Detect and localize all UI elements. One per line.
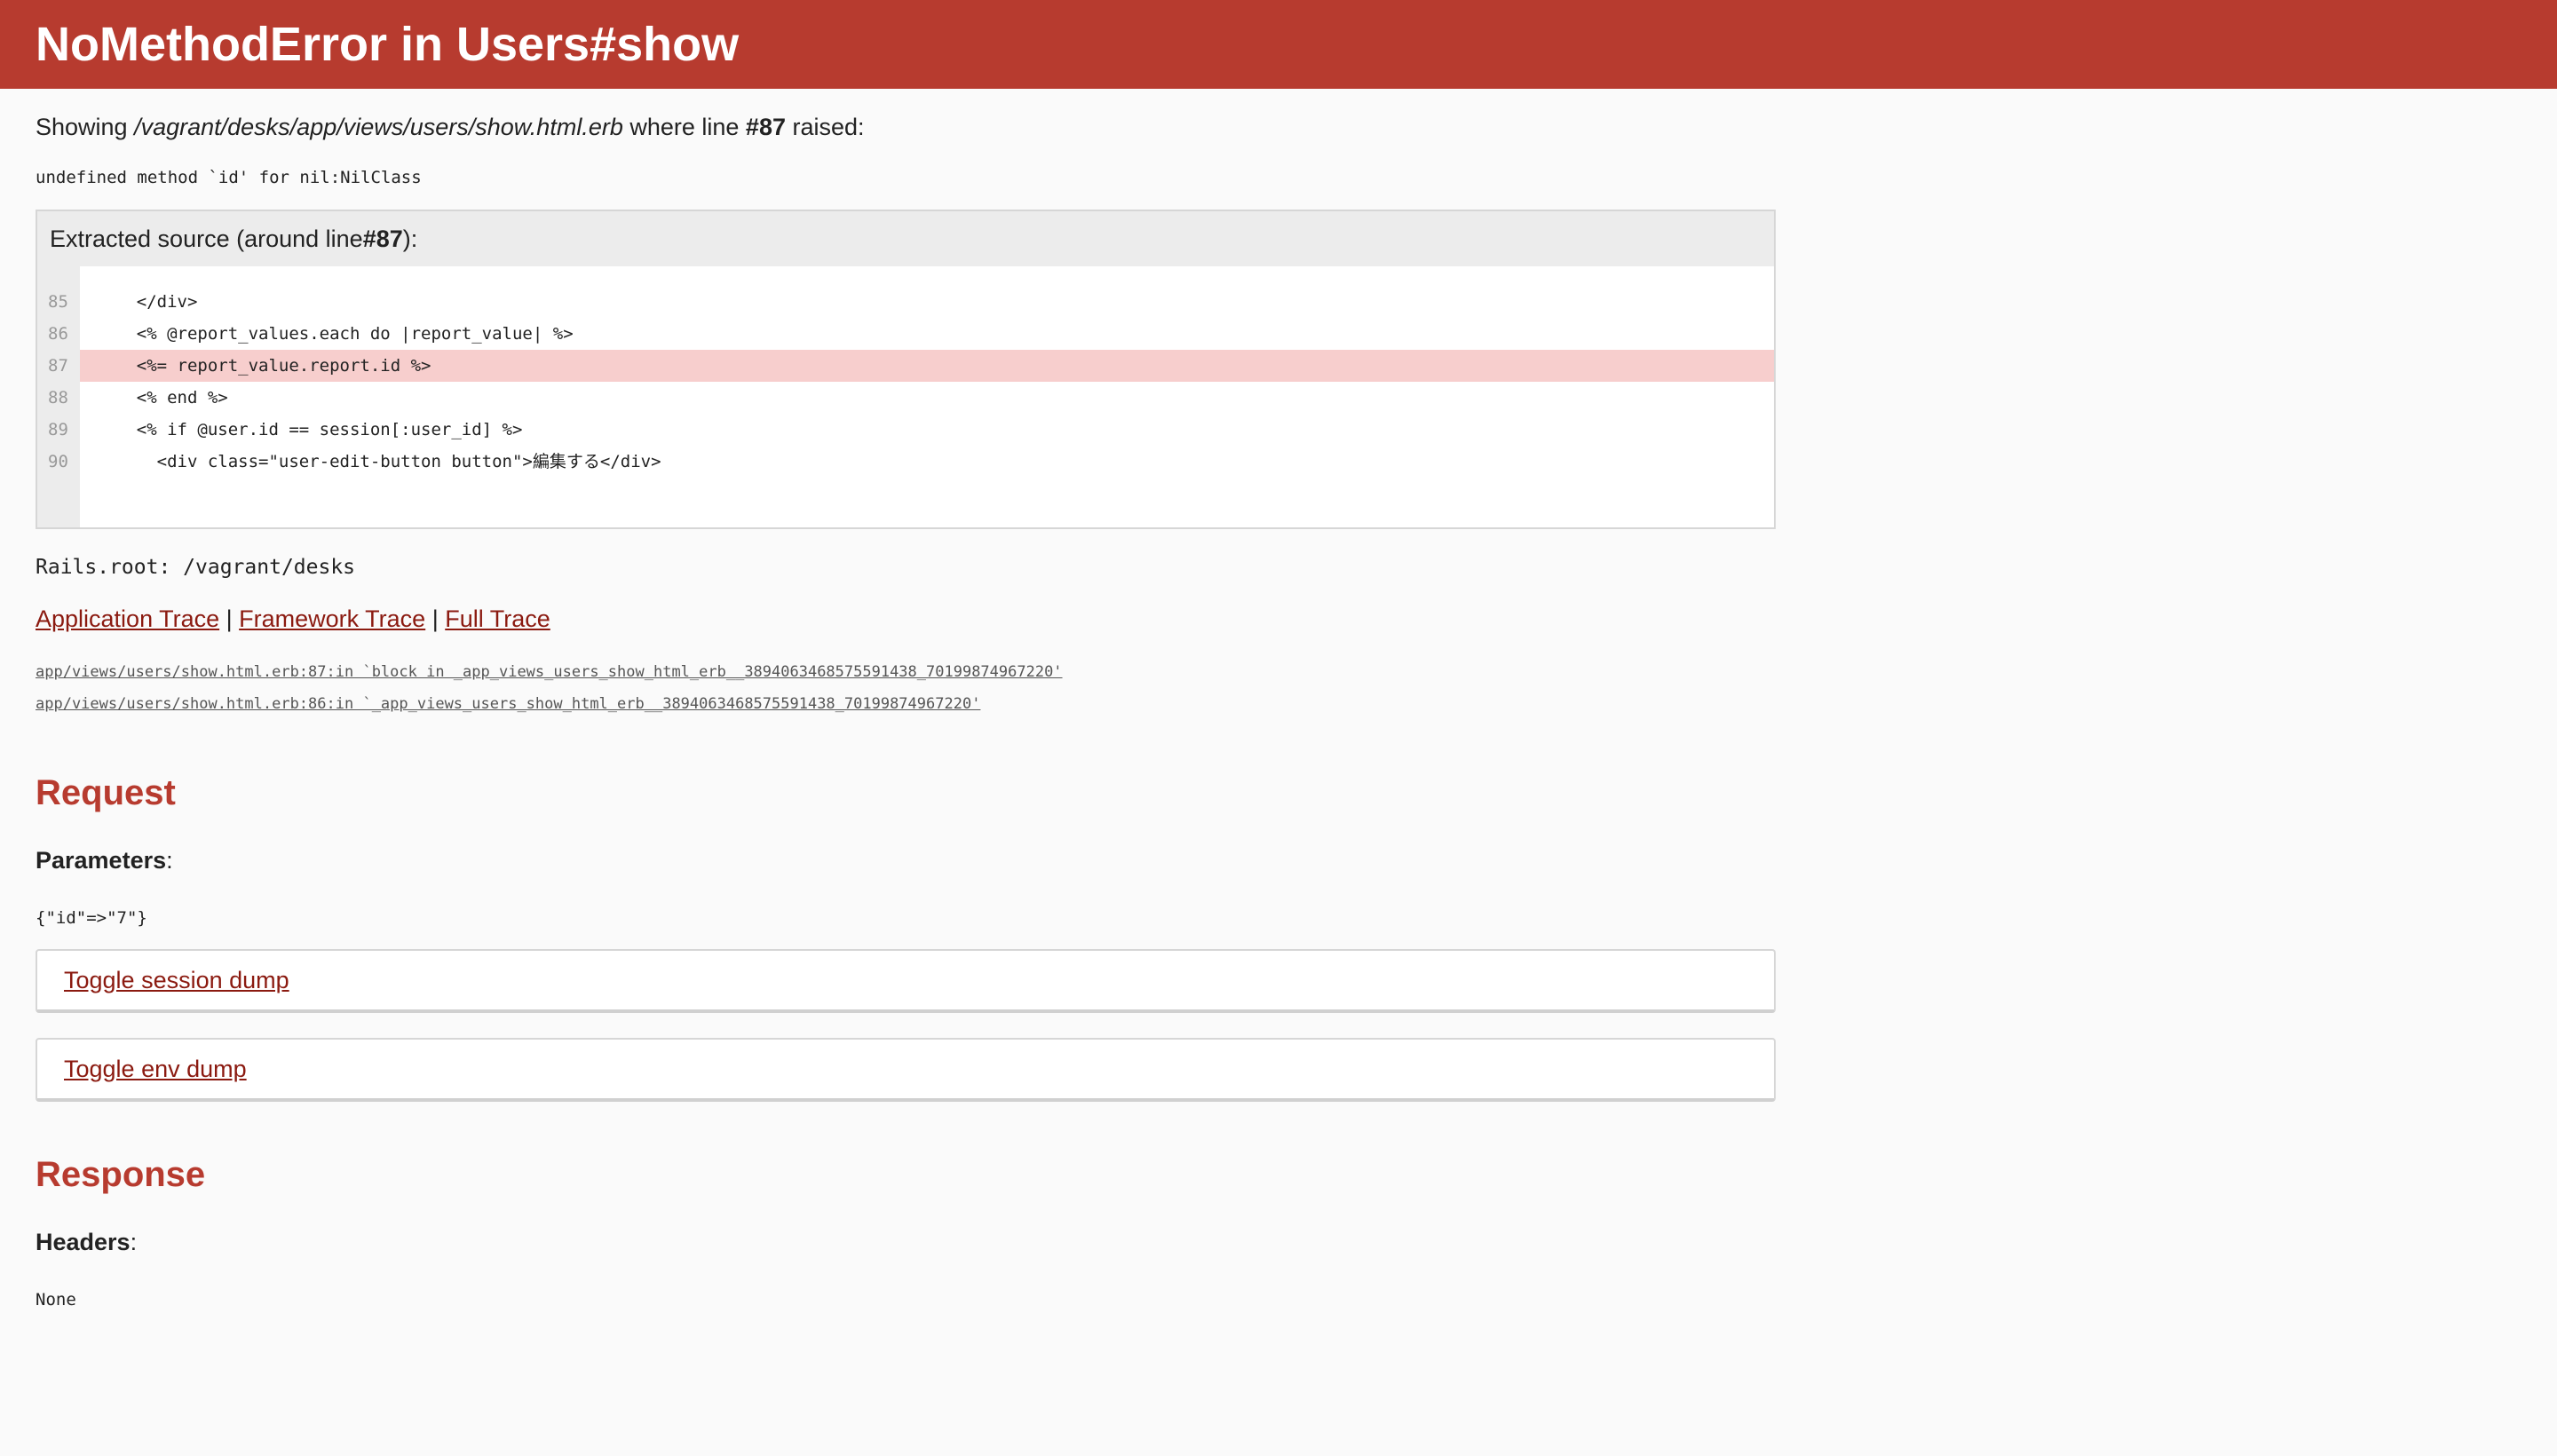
code-line: <% end %> (96, 388, 228, 408)
error-line-number: #87 (745, 114, 786, 140)
trace-item[interactable]: app/views/users/show.html.erb:87:in `blo… (36, 656, 1811, 688)
response-heading: Response (36, 1155, 206, 1194)
request-heading: Request (36, 773, 176, 812)
env-dump-panel: Toggle env dump (36, 1038, 1776, 1102)
trace-list: app/views/users/show.html.erb:87:in `blo… (36, 656, 1811, 720)
showing-line: Showing /vagrant/desks/app/views/users/s… (36, 112, 1811, 142)
line-number: 87 (48, 356, 68, 376)
showing-middle: where line (622, 114, 746, 140)
line-number: 90 (48, 452, 68, 471)
parameters-colon: : (166, 847, 173, 874)
error-header: NoMethodError in Users#show (0, 0, 2557, 89)
source-header: Extracted source (around line #87): (37, 211, 1774, 266)
trace-separator: | (425, 605, 446, 632)
headers-label-text: Headers (36, 1229, 131, 1255)
toggle-env-dump-link[interactable]: Toggle env dump (64, 1056, 247, 1083)
showing-prefix: Showing (36, 114, 135, 140)
headers-value: None (36, 1290, 76, 1310)
headers-label: Headers: (36, 1229, 1811, 1256)
source-body: 85 86 87 88 89 90 </div> <% @report_valu… (37, 266, 1774, 527)
main-content: Showing /vagrant/desks/app/views/users/s… (0, 112, 1811, 1310)
headers-colon: : (130, 1229, 138, 1255)
code-line: <div class="user-edit-button button">編集す… (96, 452, 661, 471)
line-number: 86 (48, 324, 68, 344)
parameters-label: Parameters: (36, 847, 1811, 874)
trace-separator: | (219, 605, 240, 632)
parameters-label-text: Parameters (36, 847, 167, 874)
page-title: NoMethodError in Users#show (36, 18, 740, 71)
line-number: 88 (48, 388, 68, 408)
error-message: undefined method `id' for nil:NilClass (36, 168, 422, 187)
code-line-highlighted: <%= report_value.report.id %> (80, 350, 1774, 382)
showing-suffix: raised: (785, 114, 865, 140)
trace-item[interactable]: app/views/users/show.html.erb:86:in `_ap… (36, 688, 1811, 720)
framework-trace-link[interactable]: Framework Trace (239, 605, 425, 632)
source-header-suffix: ): (402, 225, 418, 252)
template-path: /vagrant/desks/app/views/users/show.html… (134, 114, 623, 140)
code-line: </div> (96, 292, 198, 312)
source-header-prefix: Extracted source (around line (50, 225, 363, 252)
code-line: <% @report_values.each do |report_value|… (96, 324, 574, 344)
code-line: <% if @user.id == session[:user_id] %> (96, 420, 523, 439)
extracted-source: Extracted source (around line #87): 85 8… (36, 210, 1776, 529)
full-trace-link[interactable]: Full Trace (445, 605, 550, 632)
rails-root: Rails.root: /vagrant/desks (36, 556, 356, 579)
line-number: 89 (48, 420, 68, 439)
parameters-value: {"id"=>"7"} (36, 908, 147, 928)
source-header-line: #87 (362, 225, 403, 252)
application-trace-link[interactable]: Application Trace (36, 605, 219, 632)
toggle-session-dump-link[interactable]: Toggle session dump (64, 967, 289, 994)
line-number-gutter: 85 86 87 88 89 90 (37, 266, 80, 527)
trace-links: Application Trace | Framework Trace | Fu… (36, 605, 1811, 633)
source-code: </div> <% @report_values.each do |report… (80, 266, 1774, 527)
line-number: 85 (48, 292, 68, 312)
session-dump-panel: Toggle session dump (36, 949, 1776, 1013)
